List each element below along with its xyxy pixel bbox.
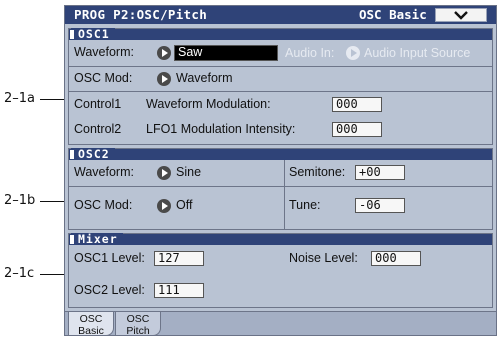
popup-arrow-icon[interactable] [157, 46, 171, 60]
tab-osc-basic[interactable]: OSC Basic [68, 312, 114, 336]
control2-value-field[interactable]: 000 [332, 122, 382, 137]
osc1-waveform-field[interactable]: Saw [174, 45, 278, 61]
osc2-osc-mod-label: OSC Mod: [74, 198, 133, 212]
semitone-label: Semitone: [289, 165, 346, 179]
page-name: OSC Basic [359, 7, 427, 22]
page-menu-button[interactable] [435, 8, 487, 22]
divider [69, 91, 492, 92]
tab-label-line1: OSC [79, 313, 103, 325]
divider [285, 186, 492, 187]
osc1-title: OSC1 [70, 28, 115, 40]
popup-arrow-icon [346, 46, 360, 60]
osc1-section: OSC1 Waveform: Saw Audio In: Audio Input… [68, 28, 493, 145]
control1-label: Control1 [74, 97, 122, 111]
osc2-title: OSC2 [70, 148, 115, 160]
osc2-level-label: OSC2 Level: [74, 283, 145, 297]
tab-label-line1: OSC [126, 313, 150, 325]
osc1-osc-mod-label: OSC Mod: [74, 71, 133, 85]
annotation-2-1c: 2–1c [4, 266, 35, 281]
divider [69, 186, 284, 187]
annotation-2-1a: 2–1a [4, 91, 36, 106]
divider [284, 160, 285, 229]
divider [69, 66, 492, 67]
annotation-leader-line [40, 99, 65, 100]
page-tabs: OSC Basic OSC Pitch [65, 311, 496, 336]
osc1-waveform-label: Waveform: [74, 45, 134, 59]
audio-in-value: Audio Input Source [364, 46, 471, 60]
osc1-header-bar [69, 29, 492, 40]
osc2-waveform-value[interactable]: Sine [176, 165, 201, 179]
control2-param-label: LFO1 Modulation Intensity: [146, 122, 296, 136]
mixer-section: Mixer OSC1 Level: 127 Noise Level: 000 O… [68, 233, 493, 308]
popup-arrow-icon[interactable] [157, 166, 171, 180]
page-title: PROG P2:OSC/Pitch [74, 7, 208, 22]
osc1-level-field[interactable]: 127 [154, 251, 204, 266]
mixer-header-bar [69, 234, 492, 245]
annotation-leader-line [40, 201, 65, 202]
semitone-field[interactable]: +00 [355, 165, 405, 180]
chevron-down-icon [454, 11, 468, 20]
mixer-title: Mixer [70, 233, 123, 245]
popup-arrow-icon[interactable] [157, 72, 171, 86]
title-bar: PROG P2:OSC/Pitch OSC Basic [65, 6, 496, 24]
popup-arrow-icon[interactable] [157, 199, 171, 213]
tune-label: Tune: [289, 198, 321, 212]
noise-level-label: Noise Level: [289, 251, 358, 265]
lcd-screen: PROG P2:OSC/Pitch OSC Basic OSC1 Wavefor… [64, 5, 497, 336]
osc2-level-field[interactable]: 111 [154, 283, 204, 298]
tab-label-line2: Pitch [126, 325, 150, 336]
noise-level-field[interactable]: 000 [371, 251, 421, 266]
audio-in-label: Audio In: [285, 46, 335, 60]
control1-value-field[interactable]: 000 [332, 97, 382, 112]
annotation-2-1b: 2–1b [4, 193, 36, 208]
control2-label: Control2 [74, 122, 122, 136]
annotation-leader-line [40, 274, 65, 275]
tab-label-line2: Basic [78, 325, 104, 336]
tab-osc-pitch[interactable]: OSC Pitch [115, 312, 161, 336]
osc1-level-label: OSC1 Level: [74, 251, 145, 265]
osc2-osc-mod-value[interactable]: Off [176, 198, 192, 212]
osc1-osc-mod-value[interactable]: Waveform [176, 71, 233, 85]
osc2-section: OSC2 Waveform: Sine Semitone: +00 OSC Mo… [68, 148, 493, 230]
osc2-waveform-label: Waveform: [74, 165, 134, 179]
osc2-header-bar [69, 149, 492, 160]
control1-param-label: Waveform Modulation: [146, 97, 271, 111]
tune-field[interactable]: -06 [355, 198, 405, 213]
